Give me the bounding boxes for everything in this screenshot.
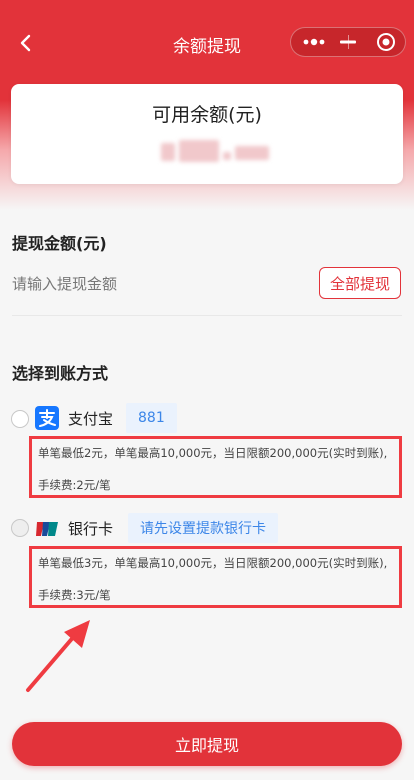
bank-card-info-box: 单笔最低3元，单笔最高10,000元，当日限额200,000元(实时到账), 手… bbox=[29, 546, 402, 608]
balance-label: 可用余额(元) bbox=[152, 104, 262, 126]
alipay-account-tag: 881 bbox=[126, 403, 177, 433]
bank-card-radio[interactable] bbox=[11, 519, 29, 537]
more-button[interactable] bbox=[295, 28, 333, 56]
section-divider bbox=[12, 315, 402, 316]
unionpay-icon bbox=[35, 517, 59, 541]
pointer-arrow-icon bbox=[26, 620, 90, 692]
withdraw-all-button[interactable]: 全部提现 bbox=[319, 267, 401, 299]
withdraw-amount-title: 提现金额(元) bbox=[12, 234, 107, 253]
set-bank-card-link[interactable]: 请先设置提款银行卡 bbox=[128, 513, 278, 543]
bank-card-label: 银行卡 bbox=[68, 520, 114, 538]
navigation-bar: 余额提现 bbox=[0, 0, 414, 84]
payout-method-title: 选择到账方式 bbox=[12, 364, 109, 383]
submit-withdraw-button[interactable]: 立即提现 bbox=[12, 722, 402, 766]
alipay-info-box: 单笔最低2元，单笔最高10,000元，当日限额200,000元(实时到账), 手… bbox=[29, 436, 402, 498]
alipay-icon bbox=[35, 406, 59, 430]
bank-card-limit-text: 单笔最低3元，单笔最高10,000元，当日限额200,000元(实时到账), bbox=[38, 556, 388, 570]
alipay-limit-text: 单笔最低2元，单笔最高10,000元，当日限额200,000元(实时到账), bbox=[38, 446, 388, 460]
balance-card: 可用余额(元) bbox=[11, 84, 403, 184]
alipay-radio[interactable] bbox=[11, 410, 29, 428]
alipay-fee-text: 手续费:2元/笔 bbox=[38, 478, 111, 492]
close-button[interactable] bbox=[367, 28, 405, 56]
mini-program-capsule bbox=[290, 27, 406, 57]
withdraw-amount-input[interactable] bbox=[12, 272, 302, 296]
minimize-icon bbox=[340, 40, 356, 44]
more-dots-icon bbox=[303, 38, 325, 46]
alipay-label: 支付宝 bbox=[68, 410, 114, 428]
minimize-button[interactable] bbox=[329, 28, 367, 56]
close-target-icon bbox=[377, 33, 395, 51]
bank-card-fee-text: 手续费:3元/笔 bbox=[38, 588, 111, 602]
balance-value-redacted bbox=[161, 140, 271, 164]
